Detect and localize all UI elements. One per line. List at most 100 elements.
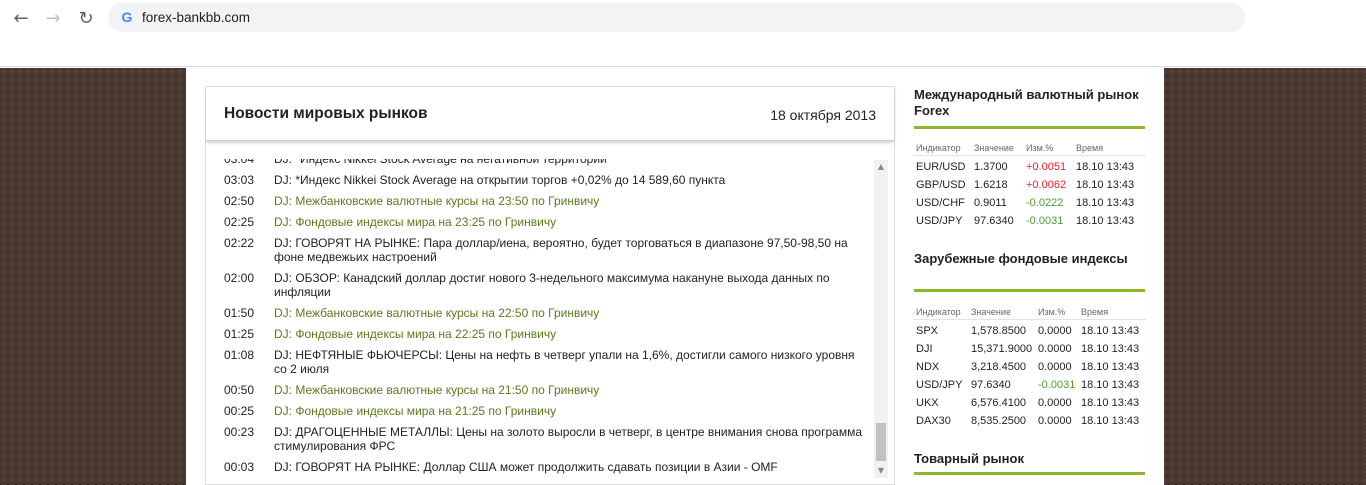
stocks-change-cell: 0.0000 — [1038, 415, 1072, 427]
stocks-value-cell: 8,535.2500 — [971, 415, 1027, 427]
news-header: Новости мировых рынков 18 октября 2013 — [206, 87, 894, 141]
stocks-value-cell: 1,578.8500 — [971, 325, 1027, 337]
forex-name-cell: EUR/USD — [916, 161, 966, 173]
stocks-header-cell: Изм.% — [1038, 307, 1066, 317]
commodities-rule — [914, 472, 1145, 475]
news-time: 03:03 — [224, 173, 255, 187]
forex-time-cell: 18.10 13:43 — [1076, 161, 1135, 173]
forex-table-row: USD/JPY 97.6340 -0.0031 18.10 13:43 — [914, 212, 1146, 230]
news-headline-link[interactable]: DJ: Межбанковские валютные курсы на 21:5… — [274, 383, 866, 397]
news-headline-link[interactable]: DJ: Фондовые индексы мира на 21:25 по Гр… — [274, 404, 866, 418]
forex-table-row: USD/CHF 0.9011 -0.0222 18.10 13:43 — [914, 194, 1146, 212]
content-area: Новости мировых рынков 18 октября 2013 0… — [186, 68, 1164, 485]
stocks-value-cell: 6,576.4100 — [971, 397, 1027, 409]
forex-value-cell: 1.3700 — [974, 161, 1008, 173]
stocks-name-cell: USD/JPY — [916, 379, 963, 391]
stocks-change-cell: -0.0031 — [1038, 379, 1076, 391]
url-text[interactable]: forex-bankbb.com — [142, 10, 250, 25]
stocks-table-row: SPX 1,578.8500 0.0000 18.10 13:43 — [914, 322, 1146, 340]
stocks-name-cell: NDX — [916, 361, 940, 373]
news-time: 00:23 — [224, 425, 255, 439]
news-headline-link[interactable]: DJ: Фондовые индексы мира на 23:25 по Гр… — [274, 215, 866, 229]
stocks-table-header: Индикатор Значение Изм.% Время — [914, 304, 1146, 320]
news-panel: Новости мировых рынков 18 октября 2013 0… — [205, 86, 895, 485]
stocks-table-row: DJI 15,371.9000 0.0000 18.10 13:43 — [914, 340, 1146, 358]
news-headline-link[interactable]: DJ: Межбанковские валютные курсы на 23:5… — [274, 194, 866, 208]
news-headline-link[interactable]: DJ: ДРАГОЦЕННЫЕ МЕТАЛЛЫ: Цены на золото … — [274, 425, 866, 453]
news-time: 02:22 — [224, 236, 255, 250]
forex-time-cell: 18.10 13:43 — [1076, 179, 1135, 191]
stocks-change-cell: 0.0000 — [1038, 397, 1072, 409]
news-headline-link[interactable]: DJ: *Индекс Nikkei Stock Average на откр… — [274, 173, 866, 187]
stocks-time-cell: 18.10 13:43 — [1081, 361, 1140, 373]
news-headline-link[interactable]: DJ: Межбанковские валютные курсы на 22:5… — [274, 306, 866, 320]
forex-name-cell: GBP/USD — [916, 179, 966, 191]
stocks-change-cell: 0.0000 — [1038, 361, 1072, 373]
stocks-heading: Зарубежные фондовые индексы — [914, 251, 1128, 266]
news-list: 03:04 DJ: *Индекс Nikkei Stock Average на… — [206, 159, 870, 485]
stocks-name-cell: UKX — [916, 397, 939, 409]
forex-value-cell: 97.6340 — [974, 215, 1014, 227]
forex-header-cell: Время — [1076, 143, 1104, 153]
commodities-heading: Товарный рынок — [914, 451, 1024, 466]
stocks-table-row: NDX 3,218.4500 0.0000 18.10 13:43 — [914, 358, 1146, 376]
news-headline-link[interactable]: DJ: ГОВОРЯТ НА РЫНКЕ: Пара доллар/иена, … — [274, 236, 866, 264]
news-time: 01:25 — [224, 327, 255, 341]
news-time: 02:00 — [224, 271, 255, 285]
forex-name-cell: USD/CHF — [916, 197, 965, 209]
browser-toolbar: ← → ↻ G forex-bankbb.com — [0, 0, 1366, 67]
scroll-up-icon[interactable]: ▲ — [874, 160, 888, 174]
forex-table-row: GBP/USD 1.6218 +0.0062 18.10 13:43 — [914, 176, 1146, 194]
stocks-name-cell: DAX30 — [916, 415, 951, 427]
forex-table-row: EUR/USD 1.3700 +0.0051 18.10 13:43 — [914, 158, 1146, 176]
forward-arrow-icon[interactable]: → — [40, 5, 66, 31]
forex-value-cell: 0.9011 — [974, 197, 1007, 209]
stocks-value-cell: 97.6340 — [971, 379, 1011, 391]
news-time: 02:50 — [224, 194, 255, 208]
sidebar: Международный валютный рынок Forex Индик… — [914, 68, 1146, 485]
stocks-table-row: UKX 6,576.4100 0.0000 18.10 13:43 — [914, 394, 1146, 412]
stocks-value-cell: 3,218.4500 — [971, 361, 1027, 373]
address-bar[interactable]: G forex-bankbb.com — [108, 3, 1245, 32]
news-time: 00:03 — [224, 460, 255, 474]
news-headline-link[interactable]: DJ: Фондовые индексы мира на 22:25 по Гр… — [274, 327, 866, 341]
news-headline-link[interactable]: DJ: ОБЗОР: Канадский доллар достиг новог… — [274, 271, 866, 299]
forex-value-cell: 1.6218 — [974, 179, 1008, 191]
scrollbar-thumb[interactable] — [876, 423, 886, 461]
stocks-rule — [914, 289, 1145, 292]
stocks-name-cell: SPX — [916, 325, 939, 337]
forex-change-cell: -0.0031 — [1026, 215, 1064, 227]
news-headline-link[interactable]: DJ: НЕФТЯНЫЕ ФЬЮЧЕРСЫ: Цены на нефть в ч… — [274, 348, 866, 376]
stocks-change-cell: 0.0000 — [1038, 325, 1072, 337]
news-time: 02:25 — [224, 215, 255, 229]
stocks-change-cell: 0.0000 — [1038, 343, 1072, 355]
stocks-time-cell: 18.10 13:43 — [1081, 343, 1140, 355]
forex-heading: Международный валютный рынок Forex — [914, 87, 1139, 118]
page-background: Новости мировых рынков 18 октября 2013 0… — [0, 68, 1366, 485]
forex-name-cell: USD/JPY — [916, 215, 963, 227]
stocks-time-cell: 18.10 13:43 — [1081, 415, 1140, 427]
forex-change-cell: -0.0222 — [1026, 197, 1064, 209]
stocks-table-row: USD/JPY 97.6340 -0.0031 18.10 13:43 — [914, 376, 1146, 394]
news-headline-link[interactable]: DJ: *Индекс Nikkei Stock Average на нега… — [274, 159, 866, 166]
news-title: Новости мировых рынков — [224, 105, 428, 122]
forex-time-cell: 18.10 13:43 — [1076, 197, 1135, 209]
back-arrow-icon[interactable]: ← — [8, 5, 34, 31]
news-time: 00:50 — [224, 383, 255, 397]
reload-icon[interactable]: ↻ — [73, 5, 99, 31]
forex-header-cell: Значение — [974, 143, 1014, 153]
news-time: 03:04 — [224, 159, 255, 166]
stocks-header-cell: Индикатор — [916, 307, 961, 317]
news-headline-link[interactable]: DJ: ГОВОРЯТ НА РЫНКЕ: Доллар США может п… — [274, 460, 866, 474]
scroll-down-icon[interactable]: ▼ — [874, 464, 888, 478]
google-icon: G — [121, 9, 133, 25]
stocks-time-cell: 18.10 13:43 — [1081, 397, 1140, 409]
news-scrollbar[interactable]: ▲ ▼ — [874, 160, 888, 478]
stocks-value-cell: 15,371.9000 — [971, 343, 1033, 355]
news-time: 01:08 — [224, 348, 255, 362]
forex-header-cell: Индикатор — [916, 143, 961, 153]
forex-time-cell: 18.10 13:43 — [1076, 215, 1135, 227]
stocks-name-cell: DJI — [916, 343, 933, 355]
news-time: 00:25 — [224, 404, 255, 418]
stocks-time-cell: 18.10 13:43 — [1081, 325, 1140, 337]
